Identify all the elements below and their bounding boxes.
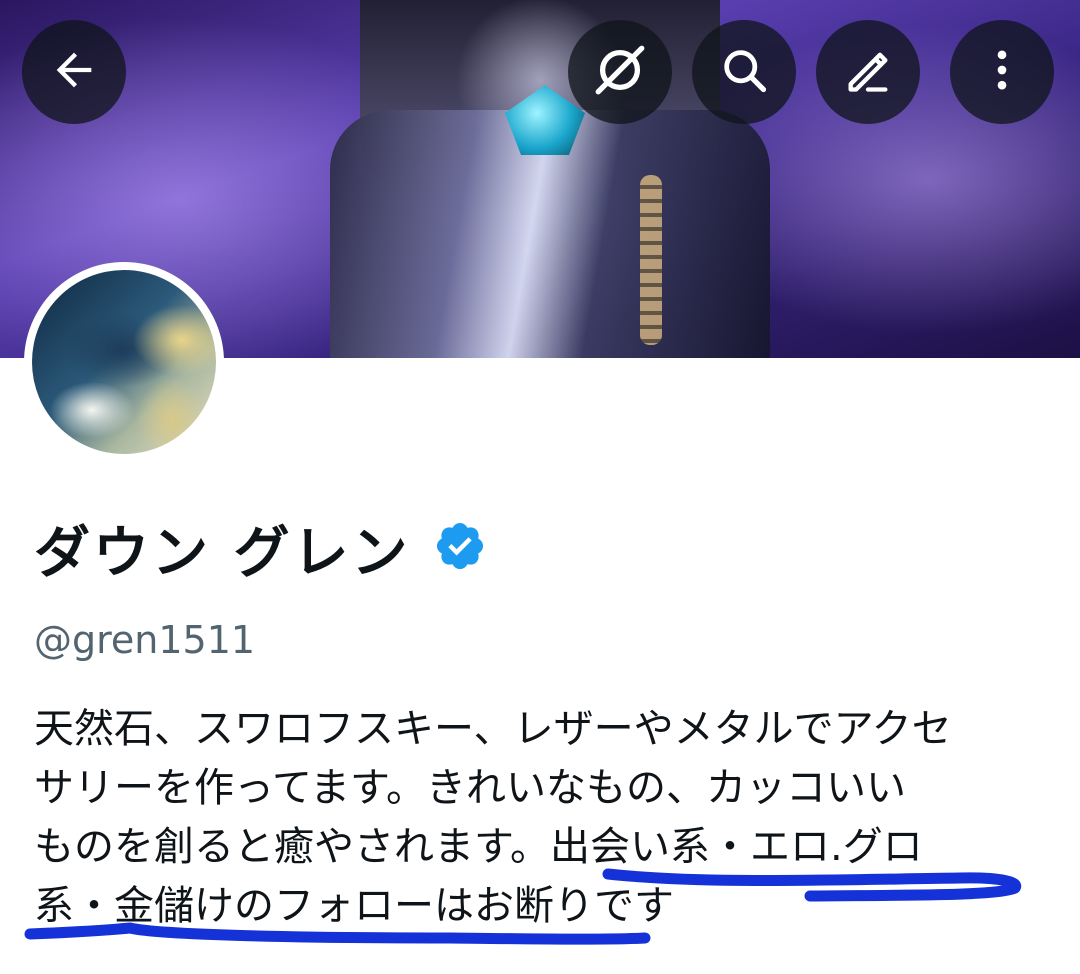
user-handle: @gren1511: [34, 618, 256, 662]
profile-name-row: ダウン グレン: [34, 508, 487, 588]
search-icon: [718, 44, 770, 100]
bio-line: ものを創ると癒やされます。出会い系・エロ.グロ: [34, 824, 923, 870]
avatar-image: [32, 270, 216, 454]
banner-chain-decoration: [640, 175, 662, 345]
verified-badge-icon[interactable]: [433, 519, 487, 577]
more-options-button[interactable]: [950, 20, 1054, 124]
display-name: ダウン グレン: [34, 520, 411, 586]
edit-profile-button[interactable]: [816, 20, 920, 124]
more-vertical-icon: [976, 44, 1028, 100]
edit-icon: [842, 44, 894, 100]
search-button[interactable]: [692, 20, 796, 124]
profile-bio: 天然石、スワロフスキー、レザーやメタルでアクセ サリーを作ってます。きれいなもの…: [34, 700, 1064, 936]
grok-icon: [591, 41, 649, 103]
bio-line: 天然石、スワロフスキー、レザーやメタルでアクセ: [34, 706, 952, 752]
bio-line: サリーを作ってます。きれいなもの、カッコいい: [34, 765, 906, 811]
back-button[interactable]: [22, 20, 126, 124]
grok-button[interactable]: [568, 20, 672, 124]
avatar[interactable]: [24, 262, 224, 462]
arrow-left-icon: [48, 44, 100, 100]
bio-line: 系・金儲けのフォローはお断りです: [34, 883, 674, 929]
